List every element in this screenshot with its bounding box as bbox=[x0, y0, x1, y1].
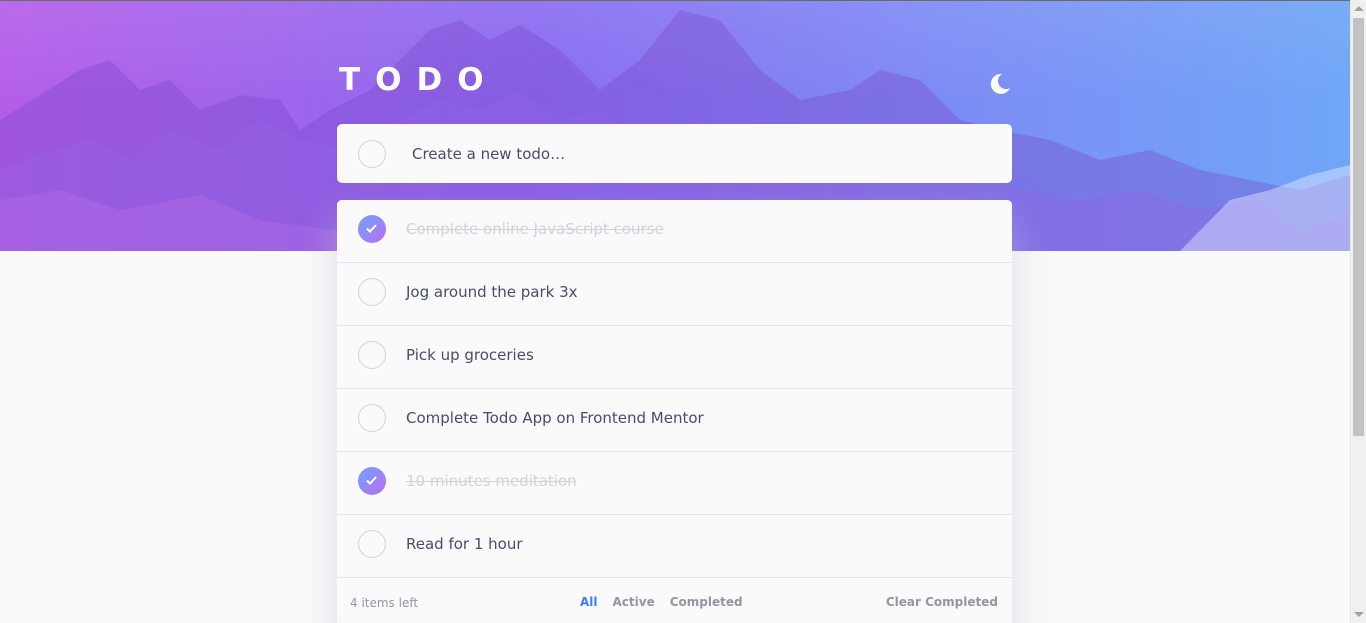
moon-icon bbox=[990, 73, 1010, 94]
todo-list: Complete online JavaScript course Jog ar… bbox=[337, 200, 1012, 623]
scrollbar-thumb[interactable] bbox=[1353, 18, 1364, 436]
todo-checkbox[interactable] bbox=[358, 530, 386, 558]
todo-text: Complete online JavaScript course bbox=[406, 220, 664, 238]
todo-text: Jog around the park 3x bbox=[406, 283, 578, 301]
todo-item[interactable]: Read for 1 hour bbox=[337, 515, 1012, 578]
todo-item[interactable]: Complete online JavaScript course bbox=[337, 200, 1012, 263]
theme-toggle-button[interactable] bbox=[988, 72, 1012, 96]
clear-completed-button[interactable]: Clear Completed bbox=[886, 595, 998, 609]
todo-checkbox[interactable] bbox=[358, 278, 386, 306]
todo-item[interactable]: Jog around the park 3x bbox=[337, 263, 1012, 326]
todo-item[interactable]: Pick up groceries bbox=[337, 326, 1012, 389]
todo-item[interactable]: 10 minutes meditation bbox=[337, 452, 1012, 515]
scroll-down-arrow-icon[interactable] bbox=[1354, 612, 1364, 617]
new-todo-bar bbox=[337, 124, 1012, 183]
filter-active[interactable]: Active bbox=[613, 595, 655, 609]
todo-text: Pick up groceries bbox=[406, 346, 534, 364]
filter-all[interactable]: All bbox=[580, 595, 598, 609]
todo-text: Complete Todo App on Frontend Mentor bbox=[406, 409, 704, 427]
app-header: TODO bbox=[337, 62, 1012, 102]
vertical-scrollbar[interactable] bbox=[1350, 0, 1366, 623]
todo-checkbox[interactable] bbox=[358, 341, 386, 369]
check-icon bbox=[366, 476, 377, 485]
new-todo-input[interactable] bbox=[412, 143, 972, 165]
check-icon bbox=[366, 224, 377, 233]
items-left-count: 4 items left bbox=[350, 596, 419, 610]
todo-item[interactable]: Complete Todo App on Frontend Mentor bbox=[337, 389, 1012, 452]
filter-group: All Active Completed bbox=[580, 595, 743, 609]
todo-text: Read for 1 hour bbox=[406, 535, 523, 553]
window-top-border bbox=[0, 0, 1350, 1]
todo-text: 10 minutes meditation bbox=[406, 472, 577, 490]
scroll-up-arrow-icon[interactable] bbox=[1354, 6, 1364, 11]
todo-footer: 4 items left All Active Completed Clear … bbox=[337, 578, 1012, 623]
todo-checkbox-checked[interactable] bbox=[358, 467, 386, 495]
todo-checkbox-checked[interactable] bbox=[358, 215, 386, 243]
todo-checkbox[interactable] bbox=[358, 404, 386, 432]
app-title: TODO bbox=[339, 62, 499, 98]
new-todo-circle[interactable] bbox=[358, 140, 386, 168]
filter-completed[interactable]: Completed bbox=[670, 595, 743, 609]
